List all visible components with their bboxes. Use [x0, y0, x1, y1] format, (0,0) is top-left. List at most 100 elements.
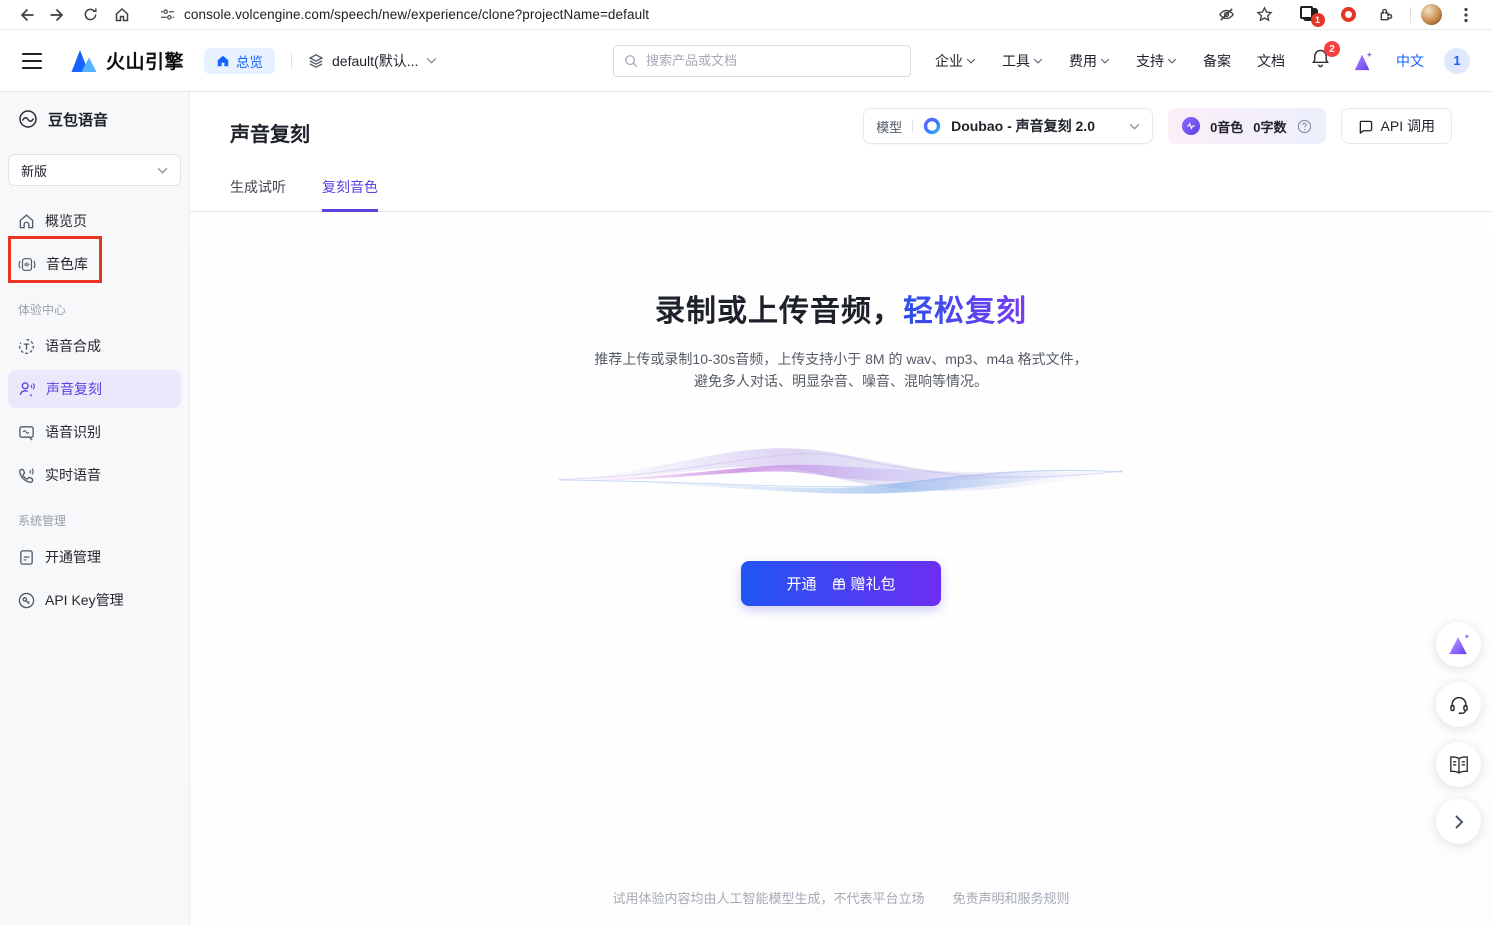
url-text[interactable]: console.volcengine.com/speech/new/experi…: [184, 7, 649, 22]
model-label: 模型: [876, 117, 902, 136]
hero-title-plain: 录制或上传音频，: [655, 295, 903, 328]
sidebar-item-tts[interactable]: 语音合成: [8, 327, 181, 365]
brand-name: 火山引擎: [106, 47, 184, 74]
layers-icon: [308, 53, 324, 69]
menu-docs[interactable]: 文档: [1257, 51, 1285, 71]
extensions-puzzle-icon[interactable]: [1372, 3, 1400, 27]
hero-description: 推荐上传或录制10-30s音频，上传支持小于 8M 的 wav、mp3、m4a …: [190, 348, 1492, 392]
footer: 试用体验内容均由人工智能模型生成，不代表平台立场 免责声明和服务规则: [190, 888, 1492, 907]
model-selector[interactable]: 模型 Doubao - 声音复刻 2.0: [863, 108, 1153, 144]
float-ai-assistant-button[interactable]: [1436, 622, 1481, 667]
doubao-voice-icon: [18, 109, 38, 129]
chevron-down-icon: [1033, 58, 1043, 64]
sidebar-item-asr[interactable]: 语音识别: [8, 413, 181, 451]
chevron-down-icon: [1100, 58, 1110, 64]
realtime-voice-icon: [18, 467, 35, 484]
usage-badge: 0音色 0字数: [1168, 108, 1325, 144]
volcengine-logo[interactable]: 火山引擎: [70, 47, 184, 74]
api-call-button[interactable]: API 调用: [1341, 108, 1452, 144]
project-name: default(默认...: [332, 51, 418, 71]
sidebar-item-voice-library[interactable]: 音色库: [8, 245, 181, 283]
speech-synthesis-icon: [18, 338, 35, 355]
back-icon[interactable]: [12, 3, 40, 27]
activation-doc-icon: [18, 549, 35, 566]
activate-label: 开通: [786, 573, 816, 594]
chevron-down-icon: [426, 57, 437, 64]
red-extension-icon[interactable]: [1334, 3, 1362, 27]
ai-assistant-icon[interactable]: [1352, 51, 1374, 71]
speech-recognition-icon: [18, 424, 35, 441]
menu-billing[interactable]: 费用: [1069, 51, 1110, 71]
version-label: 新版: [21, 161, 47, 180]
overview-button[interactable]: 总览: [204, 48, 275, 74]
version-select[interactable]: 新版: [8, 154, 181, 186]
browser-chrome: console.volcengine.com/speech/new/experi…: [0, 0, 1492, 30]
model-value: Doubao - 声音复刻 2.0: [951, 116, 1119, 136]
reload-icon[interactable]: [76, 3, 104, 27]
extension-badge-icon[interactable]: 1: [1296, 3, 1324, 27]
sidebar-item-label: 开通管理: [45, 547, 101, 567]
forward-icon[interactable]: [44, 3, 72, 27]
float-support-button[interactable]: [1436, 682, 1481, 727]
sidebar-section-experience: 体验中心: [8, 288, 181, 327]
search-icon: [624, 54, 638, 68]
sidebar-item-activation[interactable]: 开通管理: [8, 538, 181, 576]
main-content: 声音复刻 模型 Doubao - 声音复刻 2.0: [190, 92, 1492, 925]
sidebar-item-label: 概览页: [45, 211, 87, 231]
tab-clone-voice[interactable]: 复刻音色: [322, 177, 378, 212]
hero-title: 录制或上传音频，轻松复刻: [190, 286, 1492, 330]
gift-package: 赠礼包: [832, 573, 896, 594]
hamburger-menu-icon[interactable]: [22, 53, 42, 69]
footer-terms-link[interactable]: 免责声明和服务规则: [953, 888, 1070, 907]
sidebar-product: 豆包语音: [8, 106, 181, 132]
browser-actions: 1: [1212, 3, 1480, 27]
help-circle-icon[interactable]: [1297, 119, 1312, 134]
sidebar-item-api-key[interactable]: API Key管理: [8, 581, 181, 619]
usage-voices: 0音色: [1210, 117, 1243, 136]
tab-bar: 生成试听 复刻音色: [190, 177, 1492, 212]
notification-count-badge: 2: [1324, 41, 1340, 57]
voice-library-icon: [18, 256, 36, 273]
gift-label: 赠礼包: [851, 573, 896, 594]
hero-title-accent: 轻松复刻: [903, 295, 1027, 328]
doubao-logo-icon: [923, 117, 941, 135]
sidebar-item-label: API Key管理: [45, 590, 124, 610]
sidebar-item-overview[interactable]: 概览页: [8, 202, 181, 240]
user-avatar[interactable]: 1: [1444, 48, 1470, 74]
tab-generate-listen[interactable]: 生成试听: [230, 177, 286, 212]
eye-off-icon[interactable]: [1212, 3, 1240, 27]
sidebar: 豆包语音 新版 概览页 音色库 体验中心 语音合成 声音复刻: [0, 92, 190, 925]
language-switch[interactable]: 中文: [1396, 51, 1424, 71]
notification-bell-icon[interactable]: 2: [1311, 48, 1330, 73]
menu-support[interactable]: 支持: [1136, 51, 1177, 71]
browser-profile-avatar[interactable]: [1421, 4, 1442, 25]
menu-enterprise[interactable]: 企业: [935, 51, 976, 71]
sidebar-item-voice-clone[interactable]: 声音复刻: [8, 370, 181, 408]
search-box[interactable]: [613, 45, 911, 77]
bookmark-star-icon[interactable]: [1250, 3, 1278, 27]
chevron-down-icon: [966, 58, 976, 64]
sidebar-item-realtime[interactable]: 实时语音: [8, 456, 181, 494]
address-bar[interactable]: console.volcengine.com/speech/new/experi…: [150, 3, 1208, 27]
gift-icon: [832, 577, 846, 591]
browser-menu-icon[interactable]: [1452, 3, 1480, 27]
project-selector[interactable]: default(默认...: [308, 51, 437, 71]
activate-button[interactable]: 开通 赠礼包: [741, 561, 941, 606]
ai-mountain-icon: [1446, 633, 1472, 656]
headset-icon: [1448, 694, 1470, 716]
sidebar-item-label: 语音合成: [45, 336, 101, 356]
float-collapse-button[interactable]: [1436, 799, 1481, 844]
volcengine-mountain-icon: [70, 49, 98, 73]
search-input[interactable]: [646, 53, 900, 68]
home-outline-icon: [18, 213, 35, 230]
sidebar-item-label: 语音识别: [45, 422, 101, 442]
menu-icp[interactable]: 备案: [1203, 51, 1231, 71]
page: console.volcengine.com/speech/new/experi…: [0, 0, 1492, 926]
voice-clone-icon: [18, 380, 36, 398]
menu-tools[interactable]: 工具: [1002, 51, 1043, 71]
float-docs-button[interactable]: [1436, 742, 1481, 787]
home-icon[interactable]: [108, 3, 136, 27]
footer-disclaimer: 试用体验内容均由人工智能模型生成，不代表平台立场: [612, 888, 924, 907]
chevron-down-icon: [1129, 123, 1140, 130]
site-info-icon[interactable]: [160, 7, 175, 22]
